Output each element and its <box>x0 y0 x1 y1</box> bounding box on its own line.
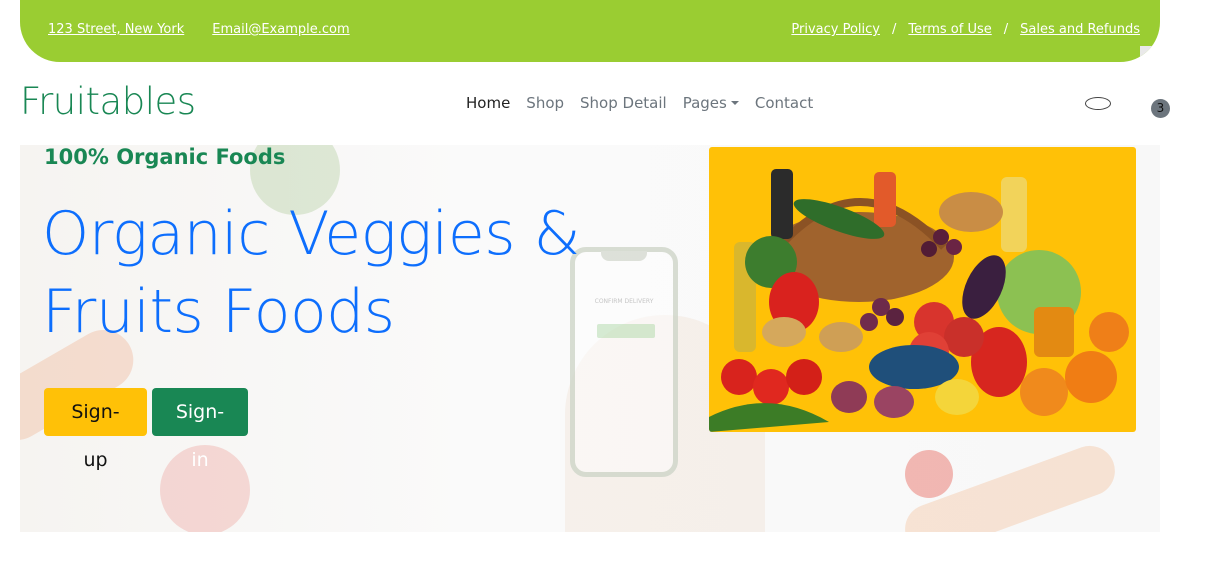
privacy-policy-link[interactable]: Privacy Policy <box>791 22 880 37</box>
orange <box>1065 351 1117 403</box>
lemon <box>935 379 979 415</box>
contact-links: 123 Street, New York Email@Example.com <box>48 22 350 37</box>
grape <box>921 241 937 257</box>
phone-notch <box>601 251 647 261</box>
headline-line-2: Fruits Foods <box>42 277 395 347</box>
nav-item-pages[interactable]: Pages <box>683 94 739 112</box>
tomato <box>753 369 789 405</box>
onion <box>831 381 867 413</box>
separator: / <box>891 22 897 37</box>
grape <box>860 313 878 331</box>
potato <box>762 317 806 347</box>
chevron-down-icon <box>730 101 739 105</box>
search-icon[interactable] <box>1085 97 1111 110</box>
grape <box>933 229 949 245</box>
bread <box>939 192 1003 232</box>
hero-tagline: 100% Organic Foods <box>44 145 286 169</box>
sign-up-button[interactable]: Sign-up <box>44 388 147 471</box>
juice-bottle <box>874 172 896 227</box>
cart-count-badge[interactable]: 3 <box>1151 99 1170 118</box>
wine-bottle <box>771 169 793 239</box>
potato <box>819 322 863 352</box>
nav-item-home[interactable]: Home <box>466 94 510 112</box>
background-tomato <box>905 450 953 498</box>
terms-of-use-link[interactable]: Terms of Use <box>908 22 991 37</box>
brand-logo[interactable]: Fruitables <box>20 80 196 123</box>
nav-item-contact[interactable]: Contact <box>755 94 813 112</box>
honey-jar <box>1034 307 1074 357</box>
address-link[interactable]: 123 Street, New York <box>48 22 184 37</box>
orange <box>1020 368 1068 416</box>
oil-bottle <box>1001 177 1027 252</box>
tomato <box>786 359 822 395</box>
tomato <box>721 359 757 395</box>
apple <box>944 317 984 357</box>
sales-refunds-link[interactable]: Sales and Refunds <box>1020 22 1140 37</box>
hero-headline: Organic Veggies & Fruits Foods <box>42 195 602 351</box>
nav-item-shop-detail[interactable]: Shop Detail <box>580 94 667 112</box>
phone-button <box>597 324 655 338</box>
top-bar: 123 Street, New York Email@Example.com P… <box>20 0 1160 62</box>
email-link[interactable]: Email@Example.com <box>212 22 349 37</box>
sign-in-button[interactable]: Sign-in <box>152 388 248 471</box>
main-nav: Home Shop Shop Detail Pages Contact <box>466 94 813 112</box>
separator: / <box>1003 22 1009 37</box>
grape <box>886 308 904 326</box>
produce-illustration <box>709 169 1129 432</box>
nav-item-shop[interactable]: Shop <box>526 94 564 112</box>
grape <box>946 239 962 255</box>
hero-produce-image <box>709 147 1136 432</box>
leaves <box>709 403 829 432</box>
headline-line-1: Organic Veggies & <box>42 199 580 269</box>
onion <box>874 386 914 418</box>
nav-item-pages-label: Pages <box>682 94 727 112</box>
orange <box>1089 312 1129 352</box>
policy-links: Privacy Policy / Terms of Use / Sales an… <box>791 22 1140 37</box>
hero-section: CONFIRM DELIVERY 100% Organic Foods Orga… <box>20 145 1160 532</box>
